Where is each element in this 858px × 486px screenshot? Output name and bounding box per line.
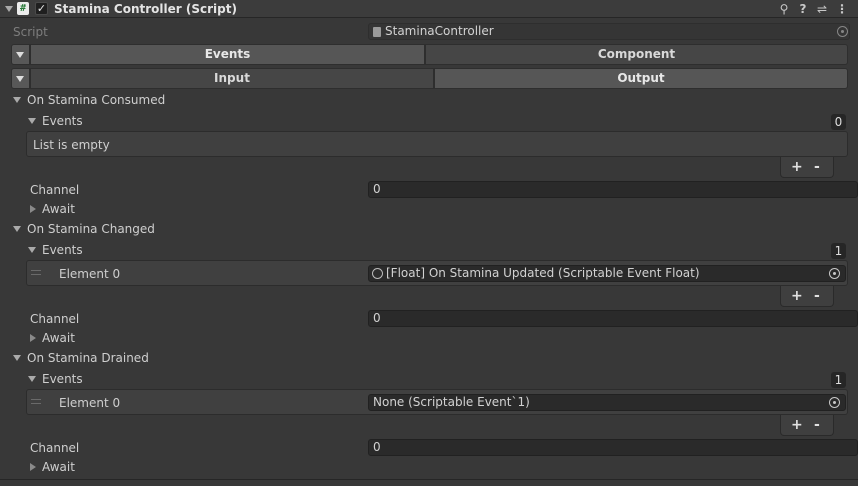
events-foldout-icon[interactable] — [28, 118, 36, 124]
more-icon[interactable]: ⋮ — [835, 2, 849, 16]
component-header: # ✓ Stamina Controller (Script) ⚲ ? ⇌ ⋮ — [0, 0, 858, 18]
script-icon: # — [17, 2, 29, 15]
component-enabled-checkbox[interactable]: ✓ — [35, 2, 48, 15]
events-list: Element 0 None (Scriptable Event`1) — [26, 389, 848, 415]
component-title: Stamina Controller (Script) — [54, 2, 237, 16]
tab-component[interactable]: Component — [425, 44, 848, 65]
top-tabs-dropdown[interactable] — [11, 44, 30, 65]
component-foldout-icon[interactable] — [5, 6, 13, 12]
events-label[interactable]: Events — [42, 242, 83, 258]
element-value: None (Scriptable Event`1) — [373, 395, 530, 409]
events-list: Element 0 [Float] On Stamina Updated (Sc… — [26, 260, 848, 286]
await-label[interactable]: Await — [42, 330, 75, 346]
add-button[interactable]: + — [791, 159, 803, 175]
tab-input[interactable]: Input — [30, 68, 434, 89]
await-foldout-icon[interactable] — [30, 463, 36, 471]
channel-value: 0 — [373, 182, 381, 196]
section-foldout-icon[interactable] — [13, 355, 21, 361]
list-empty-text: List is empty — [33, 138, 110, 152]
await-foldout-icon[interactable] — [30, 205, 36, 213]
element-label: Element 0 — [59, 267, 121, 281]
remove-button[interactable]: - — [814, 288, 820, 304]
tab-events[interactable]: Events — [30, 44, 425, 65]
channel-value: 0 — [373, 311, 381, 325]
events-label[interactable]: Events — [42, 113, 83, 129]
drag-handle-icon[interactable] — [31, 270, 41, 275]
channel-label: Channel — [30, 441, 80, 455]
remove-button[interactable]: - — [814, 159, 820, 175]
object-picker-icon[interactable] — [829, 268, 840, 279]
channel-label: Channel — [30, 312, 80, 326]
list-add-remove: + - — [780, 286, 834, 307]
section-title[interactable]: On Stamina Changed — [27, 221, 155, 237]
help-icon[interactable]: ? — [796, 2, 810, 16]
element-label: Element 0 — [59, 396, 121, 410]
settings-sliders-icon[interactable]: ⇌ — [815, 2, 829, 16]
section-title[interactable]: On Stamina Drained — [27, 350, 149, 366]
tab-output[interactable]: Output — [434, 68, 848, 89]
events-foldout-icon[interactable] — [28, 376, 36, 382]
list-add-remove: + - — [780, 157, 834, 178]
element-field[interactable]: None (Scriptable Event`1) — [368, 394, 846, 411]
element-value: [Float] On Stamina Updated (Scriptable E… — [386, 266, 700, 280]
channel-field[interactable]: 0 — [368, 439, 858, 456]
events-count[interactable]: 1 — [831, 243, 846, 259]
events-count[interactable]: 1 — [831, 372, 846, 388]
channel-field[interactable]: 0 — [368, 181, 858, 198]
section-title[interactable]: On Stamina Consumed — [27, 92, 165, 108]
events-foldout-icon[interactable] — [28, 247, 36, 253]
drag-handle-icon[interactable] — [31, 399, 41, 404]
preset-search-icon[interactable]: ⚲ — [777, 2, 791, 16]
await-label[interactable]: Await — [42, 459, 75, 475]
events-label[interactable]: Events — [42, 371, 83, 387]
script-field: StaminaController — [368, 23, 850, 40]
events-list: List is empty — [26, 131, 848, 157]
events-count[interactable]: 0 — [831, 114, 846, 130]
script-file-icon — [373, 27, 381, 37]
list-add-remove: + - — [780, 415, 834, 436]
channel-value: 0 — [373, 440, 381, 454]
channel-label: Channel — [30, 183, 80, 197]
await-foldout-icon[interactable] — [30, 334, 36, 342]
sub-tabs-dropdown[interactable] — [11, 68, 30, 89]
await-label[interactable]: Await — [42, 201, 75, 217]
chevron-down-icon — [16, 76, 24, 82]
remove-button[interactable]: - — [814, 417, 820, 433]
add-button[interactable]: + — [791, 417, 803, 433]
section-foldout-icon[interactable] — [13, 97, 21, 103]
object-picker-icon[interactable] — [829, 397, 840, 408]
script-field-value: StaminaController — [385, 24, 494, 38]
element-field[interactable]: [Float] On Stamina Updated (Scriptable E… — [368, 265, 846, 282]
channel-field[interactable]: 0 — [368, 310, 858, 327]
object-picker-icon — [837, 26, 848, 37]
component-bottom-divider — [0, 479, 858, 480]
add-button[interactable]: + — [791, 288, 803, 304]
script-label: Script — [13, 25, 48, 39]
chevron-down-icon — [16, 52, 24, 58]
section-foldout-icon[interactable] — [13, 226, 21, 232]
